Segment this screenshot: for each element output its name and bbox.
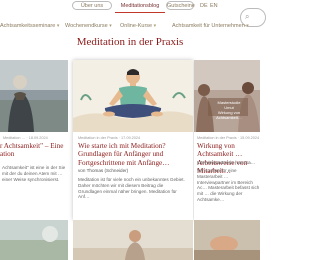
subnav-wochenendkurse[interactable]: Wochenendkurse ▾: [65, 22, 112, 30]
article-image-nature: [0, 220, 68, 260]
article-author: Interviewpartnerin (von Sa…: [197, 160, 256, 165]
article-card[interactable]: Masterstudie Umut Wirkung von Achtsamkei…: [194, 60, 260, 220]
subnav-label: Achtsamkeitsseminare: [0, 23, 56, 29]
article-meta: Meditation … · 18.09.2024: [3, 136, 48, 140]
article-image-group-meditation: [194, 60, 260, 132]
chevron-down-icon: ▾: [109, 23, 112, 29]
page-title: Meditation in der Praxis: [76, 36, 184, 48]
chevron-down-icon: ▾: [153, 23, 157, 29]
article-title[interactable]: Wie starte ich mit Meditation? Grundlage…: [78, 142, 188, 167]
article-image-hands: [194, 220, 260, 260]
article-image-meditation-illustration: [73, 60, 193, 132]
article-meta: Meditation in der Praxis · 15.09.2024: [197, 136, 260, 140]
language-de[interactable]: DE: [200, 1, 208, 12]
sub-navigation: Achtsamkeitsseminare ▾ Wochenendkurse ▾ …: [0, 18, 260, 34]
nav-meditationsblog[interactable]: Meditationsblog: [115, 1, 165, 13]
subnav-label: Achtsamkeit für Unternehmen: [172, 23, 245, 29]
subnav-achtsamkeitsseminare[interactable]: Achtsamkeitsseminare ▾: [0, 22, 59, 30]
article-card[interactable]: [194, 220, 260, 260]
article-card[interactable]: [73, 220, 193, 260]
chevron-down-icon: ▾: [246, 23, 249, 29]
nav-gutscheine[interactable]: Gutscheine: [167, 1, 195, 12]
article-title[interactable]: r Achtsamkeit" – Eine ation: [0, 142, 66, 159]
article-card[interactable]: Meditation … · 18.09.2024 r Achtsamkeit"…: [0, 60, 68, 220]
article-card[interactable]: [0, 220, 68, 260]
article-image-person-meditating: [73, 220, 193, 260]
article-card-featured[interactable]: Meditation in der Praxis · 17.09.2024 Wi…: [73, 60, 193, 220]
top-navigation: Über uns Meditationsblog Gutscheine DE E…: [0, 0, 260, 14]
chevron-down-icon: ▾: [56, 23, 60, 29]
article-excerpt: Meditation ist für viele noch ein unbeka…: [78, 177, 185, 200]
subnav-label: Online-Kurse: [120, 23, 153, 29]
image-overlay-text: Masterstudie Umut Wirkung von Achtsamkei…: [211, 100, 247, 120]
article-excerpt: Achtsamkeit" ist eine in der Sie mit der…: [2, 165, 66, 182]
article-excerpt: Wir suchen für eine Masterarbeit … Inter…: [197, 168, 260, 202]
subnav-unternehmen[interactable]: Achtsamkeit für Unternehmen ▾: [172, 22, 249, 30]
article-author: von Thomas (Schneider): [78, 168, 129, 173]
article-image-person-at-sea: [0, 60, 68, 132]
overlay-line: Wirkung von Achtsamkeit…: [216, 110, 242, 120]
article-meta: Meditation in der Praxis · 17.09.2024: [78, 136, 141, 140]
subnav-label: Wochenendkurse: [65, 23, 108, 29]
subnav-online-kurse[interactable]: Online-Kurse ▾: [120, 22, 156, 30]
nav-ueber-uns[interactable]: Über uns: [74, 1, 110, 12]
language-en[interactable]: EN: [210, 1, 218, 12]
